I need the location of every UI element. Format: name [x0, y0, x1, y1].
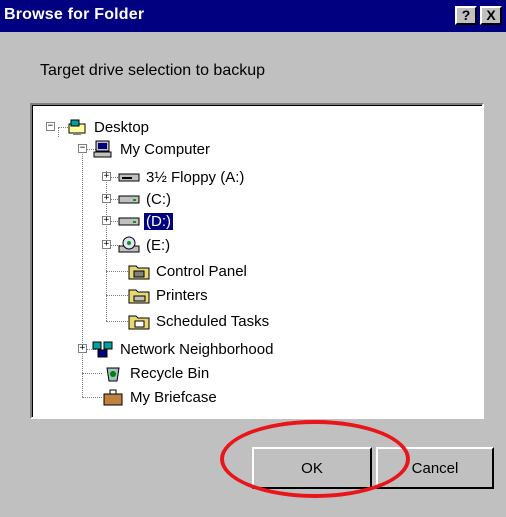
expand-d[interactable]: +: [102, 216, 111, 225]
hard-drive-icon: [118, 195, 140, 204]
hard-drive-icon: [118, 217, 140, 226]
expand-c[interactable]: +: [102, 194, 111, 203]
floppy-drive-icon: [118, 173, 140, 182]
cd-drive-icon: [118, 236, 140, 253]
tree-item-network-neighborhood[interactable]: Network Neighborhood: [92, 338, 275, 360]
tree-item-my-computer[interactable]: My Computer: [92, 138, 212, 160]
tree-item-desktop[interactable]: Desktop: [66, 116, 151, 138]
tree-item-label: Recycle Bin: [130, 364, 210, 382]
tree-item-drive-c[interactable]: (C:): [118, 188, 173, 210]
briefcase-icon: [103, 389, 123, 406]
collapse-my-computer[interactable]: −: [78, 144, 87, 153]
tree-item-label: Printers: [156, 286, 208, 304]
tree-item-label-selected: (D:): [143, 211, 174, 231]
tree-item-label: Scheduled Tasks: [156, 312, 270, 330]
help-button[interactable]: ?: [455, 6, 477, 25]
tree-item-label: Desktop: [94, 118, 150, 136]
network-icon: [92, 341, 113, 358]
browse-for-folder-dialog: Browse for Folder ? X Target drive selec…: [0, 0, 506, 517]
expand-floppy[interactable]: +: [102, 172, 111, 181]
cancel-button[interactable]: Cancel: [376, 447, 494, 489]
tree-item-label: 3½ Floppy (A:): [146, 168, 245, 186]
scheduled-tasks-icon: [128, 315, 150, 330]
tree-item-floppy[interactable]: 3½ Floppy (A:): [118, 166, 246, 188]
control-panel-icon: [128, 265, 150, 280]
tree-item-control-panel[interactable]: Control Panel: [128, 260, 249, 282]
tree-item-label: My Briefcase: [130, 388, 217, 406]
expand-e[interactable]: +: [102, 240, 111, 249]
expand-network[interactable]: +: [78, 344, 87, 353]
folder-tree[interactable]: − − + + + + + Desktop My Computer 3½ Flo…: [30, 103, 484, 419]
title-bar[interactable]: Browse for Folder ? X: [0, 0, 506, 32]
tree-item-printers[interactable]: Printers: [128, 284, 210, 306]
collapse-desktop[interactable]: −: [46, 122, 55, 131]
tree-item-label: My Computer: [120, 140, 211, 158]
tree-item-label: (C:): [146, 190, 171, 208]
tree-item-label: Network Neighborhood: [120, 340, 274, 358]
tree-item-drive-e[interactable]: (E:): [118, 234, 172, 256]
desktop-icon: [68, 119, 86, 135]
printers-icon: [128, 289, 150, 304]
ok-button[interactable]: OK: [252, 447, 372, 489]
tree-item-my-briefcase[interactable]: My Briefcase: [102, 386, 219, 408]
close-button[interactable]: X: [480, 6, 502, 25]
tree-item-recycle-bin[interactable]: Recycle Bin: [102, 362, 211, 384]
prompt-text: Target drive selection to backup: [40, 62, 266, 79]
tree-item-label: Control Panel: [156, 262, 247, 280]
tree-item-drive-d[interactable]: (D:): [118, 210, 174, 232]
tree-item-label: (E:): [146, 236, 171, 254]
dialog-title: Browse for Folder: [4, 6, 145, 23]
tree-item-scheduled-tasks[interactable]: Scheduled Tasks: [128, 310, 271, 332]
computer-icon: [93, 140, 112, 158]
recycle-bin-icon: [106, 367, 120, 382]
